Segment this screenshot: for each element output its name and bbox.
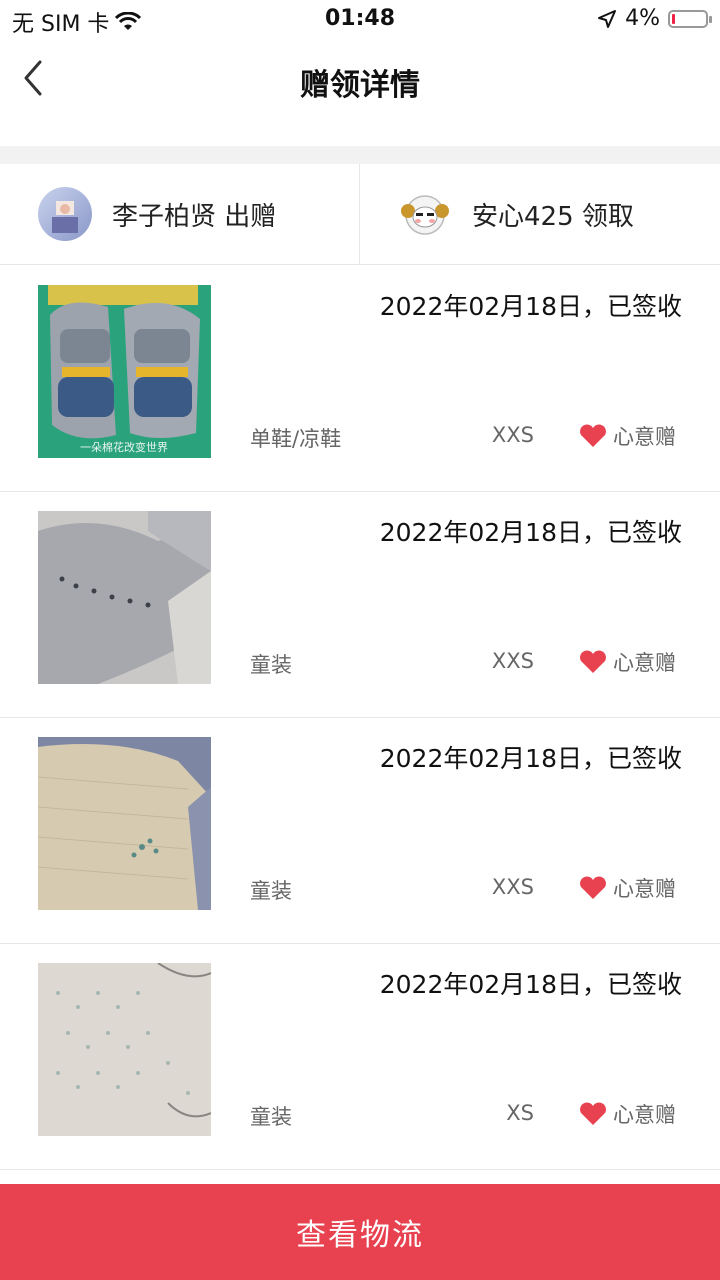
- item-size: XXS: [491, 423, 534, 447]
- heart-icon: [580, 650, 606, 673]
- item-category: 童装: [250, 879, 292, 903]
- heart-icon: [580, 1102, 606, 1125]
- item-category: 单鞋/凉鞋: [250, 427, 342, 451]
- battery-percent: 4%: [625, 6, 660, 31]
- item-photo: [38, 963, 211, 1136]
- list-item[interactable]: 一朵棉花改变世界 2022年02月18日，已签收 单鞋/凉鞋 XXS 心意赠: [0, 265, 720, 492]
- donor-label: 李子柏贤 出赠: [112, 201, 277, 232]
- item-category: 童装: [250, 653, 292, 677]
- gift-type-label: 心意赠: [613, 425, 676, 449]
- item-date-status: 2022年02月18日，已签收: [379, 518, 682, 547]
- donor-info[interactable]: 李子柏贤 出赠: [38, 164, 358, 264]
- item-size: XXS: [491, 875, 534, 899]
- list-item[interactable]: 2022年02月18日，已签收 童装 XXS 心意赠: [0, 491, 720, 718]
- heart-icon: [580, 876, 606, 899]
- section-divider: [0, 146, 720, 164]
- receiver-info[interactable]: 安心425 领取: [398, 164, 718, 264]
- photo-watermark: 一朵棉花改变世界: [80, 440, 168, 454]
- participants-bar: 李子柏贤 出赠 安心425 领取: [0, 164, 720, 265]
- gift-type: 心意赠: [579, 421, 676, 451]
- item-date-status: 2022年02月18日，已签收: [379, 970, 682, 999]
- view-logistics-button[interactable]: 查看物流: [0, 1184, 720, 1280]
- item-photo: 一朵棉花改变世界: [38, 285, 211, 458]
- item-date-status: 2022年02月18日，已签收: [379, 744, 682, 773]
- gift-type: 心意赠: [579, 1099, 676, 1129]
- receiver-avatar: [398, 187, 452, 241]
- vertical-divider: [359, 164, 360, 264]
- nav-bar: 赠领详情: [0, 40, 720, 120]
- battery-icon: [668, 9, 712, 28]
- item-size: XXS: [491, 649, 534, 673]
- receiver-label: 安心425 领取: [472, 201, 634, 232]
- location-arrow-icon: [598, 9, 617, 28]
- status-bar: 无 SIM 卡 01:48 4%: [0, 0, 720, 40]
- item-photo: [38, 737, 211, 910]
- gift-type-label: 心意赠: [613, 877, 676, 901]
- gift-type-label: 心意赠: [613, 651, 676, 675]
- item-category: 童装: [250, 1105, 292, 1129]
- donor-avatar: [38, 187, 92, 241]
- page-title: 赠领详情: [300, 68, 420, 103]
- list-item[interactable]: 2022年02月18日，已签收 童装 XS 心意赠: [0, 943, 720, 1170]
- heart-icon: [580, 424, 606, 447]
- item-size: XS: [506, 1101, 534, 1125]
- gift-type: 心意赠: [579, 873, 676, 903]
- battery-area: 4%: [597, 6, 712, 31]
- list-item[interactable]: 2022年02月18日，已签收 童装 XXS 心意赠: [0, 717, 720, 944]
- item-date-status: 2022年02月18日，已签收: [379, 292, 682, 321]
- gift-type-label: 心意赠: [613, 1103, 676, 1127]
- gift-type: 心意赠: [579, 647, 676, 677]
- item-photo: [38, 511, 211, 684]
